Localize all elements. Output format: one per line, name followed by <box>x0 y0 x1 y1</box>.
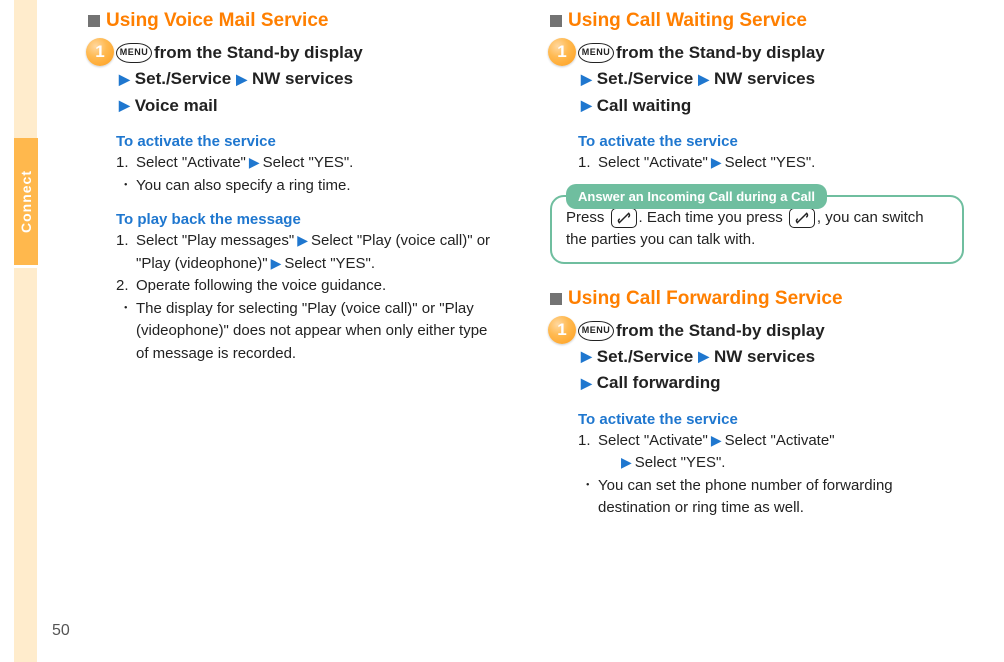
sidebar-stripe-top <box>14 0 37 138</box>
arrow-right-icon: ▶ <box>708 432 725 448</box>
step-number-badge: 1 <box>548 38 576 66</box>
step-text: Set./Service <box>597 66 693 92</box>
section-heading: Using Call Forwarding Service <box>568 288 843 310</box>
step-number-badge: 1 <box>86 38 114 66</box>
arrow-right-icon: ▶ <box>695 346 712 368</box>
tip-text: Press <box>566 209 609 226</box>
page-number: 50 <box>52 622 70 640</box>
menu-key-icon: MENU <box>578 321 614 341</box>
step-text: from the Stand-by display <box>154 40 363 66</box>
list-text: The display for selecting "Play (voice c… <box>136 298 502 366</box>
step-text: Call waiting <box>597 93 691 119</box>
step-number-badge: 1 <box>548 316 576 344</box>
arrow-right-icon: ▶ <box>116 95 133 117</box>
call-key-icon <box>611 208 637 228</box>
step-text: Set./Service <box>597 344 693 370</box>
tip-box: Answer an Incoming Call during a Call Pr… <box>550 195 964 264</box>
step-text: Set./Service <box>135 66 231 92</box>
arrow-right-icon: ▶ <box>695 69 712 91</box>
list-number: 1. <box>116 152 136 175</box>
square-marker-icon <box>88 15 100 27</box>
step-text: NW services <box>714 66 815 92</box>
bullet-icon: ･ <box>584 475 598 520</box>
tip-text: . Each time you press <box>639 209 787 226</box>
step-text: NW services <box>252 66 353 92</box>
arrow-right-icon: ▶ <box>233 69 250 91</box>
menu-key-icon: MENU <box>578 43 614 63</box>
subheading: To play back the message <box>88 211 502 228</box>
right-column: Using Call Waiting Service 1 MENU from t… <box>550 6 964 520</box>
call-key-icon <box>789 208 815 228</box>
section-heading: Using Call Waiting Service <box>568 10 807 32</box>
list-number: 1. <box>116 230 136 275</box>
subheading: To activate the service <box>88 133 502 150</box>
list-text: Select "Activate"▶Select "YES". <box>136 152 502 175</box>
step-text: from the Stand-by display <box>616 318 825 344</box>
arrow-right-icon: ▶ <box>578 95 595 117</box>
left-column: Using Voice Mail Service 1 MENU from the… <box>88 6 502 520</box>
step-text: Voice mail <box>135 93 218 119</box>
bullet-icon: ･ <box>122 175 136 198</box>
tip-label: Answer an Incoming Call during a Call <box>566 184 827 210</box>
list-text: Select "Activate"▶Select "Activate" ▶Sel… <box>598 430 964 475</box>
list-text: Select "Play messages"▶Select "Play (voi… <box>136 230 502 275</box>
square-marker-icon <box>550 293 562 305</box>
square-marker-icon <box>550 15 562 27</box>
arrow-right-icon: ▶ <box>578 69 595 91</box>
subheading: To activate the service <box>550 411 964 428</box>
sidebar-tab: Connect <box>14 138 38 265</box>
arrow-right-icon: ▶ <box>246 154 263 170</box>
section-heading: Using Voice Mail Service <box>106 10 328 32</box>
menu-key-icon: MENU <box>116 43 152 63</box>
arrow-right-icon: ▶ <box>578 346 595 368</box>
list-text: Operate following the voice guidance. <box>136 275 502 298</box>
bullet-icon: ･ <box>122 298 136 366</box>
list-text: You can also specify a ring time. <box>136 175 502 198</box>
arrow-right-icon: ▶ <box>116 69 133 91</box>
arrow-right-icon: ▶ <box>268 255 285 271</box>
arrow-right-icon: ▶ <box>578 373 595 395</box>
arrow-right-icon: ▶ <box>708 154 725 170</box>
step-text: Call forwarding <box>597 370 721 396</box>
list-number: 2. <box>116 275 136 298</box>
step-text: from the Stand-by display <box>616 40 825 66</box>
list-text: You can set the phone number of forwardi… <box>598 475 964 520</box>
arrow-right-icon: ▶ <box>618 454 635 470</box>
list-text: Select "Activate"▶Select "YES". <box>598 152 964 175</box>
sidebar-stripe-bottom <box>14 268 37 662</box>
list-number: 1. <box>578 430 598 475</box>
arrow-right-icon: ▶ <box>294 232 311 248</box>
step-text: NW services <box>714 344 815 370</box>
subheading: To activate the service <box>550 133 964 150</box>
list-number: 1. <box>578 152 598 175</box>
